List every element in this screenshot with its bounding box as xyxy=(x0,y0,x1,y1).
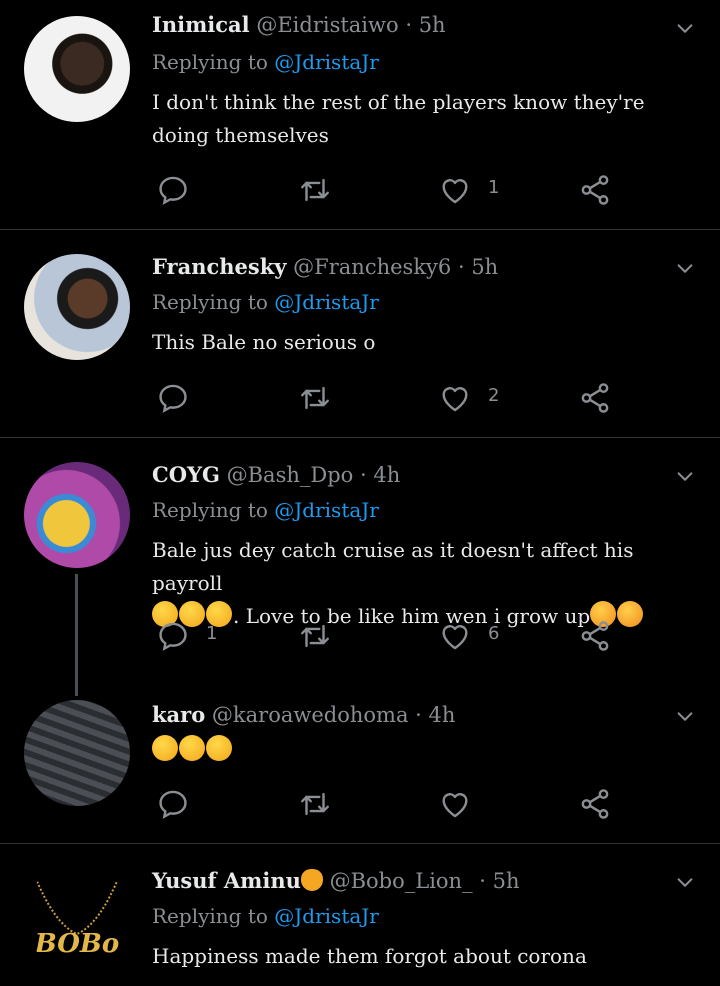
svg-text:BOBo: BOBo xyxy=(34,929,119,959)
tweet-text: This Bale no serious o xyxy=(152,330,376,354)
reply-count: 1 xyxy=(206,623,218,644)
laughing-emoji-icon xyxy=(179,735,205,761)
timestamp[interactable]: · 5h xyxy=(479,869,519,893)
like-count: 6 xyxy=(488,623,500,644)
heart-icon xyxy=(438,787,472,821)
tweet[interactable]: Franchesky @Franchesky6 · 5h Replying to… xyxy=(0,230,720,436)
avatar[interactable] xyxy=(24,462,130,568)
like-count: 2 xyxy=(488,385,500,406)
user-handle[interactable]: @Bash_Dpo xyxy=(227,463,354,487)
heart-icon xyxy=(438,619,472,653)
share-icon xyxy=(578,173,612,207)
tweet-actions: 1 6 xyxy=(152,616,632,656)
display-name[interactable]: COYG xyxy=(152,462,220,487)
user-handle[interactable]: @Bobo_Lion_ xyxy=(330,869,473,893)
mention-link[interactable]: @JdristaJr xyxy=(274,498,379,522)
tweet-actions: 2 xyxy=(152,378,632,418)
timestamp[interactable]: · 5h xyxy=(405,13,445,37)
chevron-down-icon[interactable] xyxy=(674,258,696,280)
mention-link[interactable]: @JdristaJr xyxy=(274,904,379,928)
replying-to-label: Replying to xyxy=(152,498,268,522)
gold-necklace-logo: BOBo xyxy=(33,873,121,959)
chevron-down-icon[interactable] xyxy=(674,466,696,488)
timestamp[interactable]: · 4h xyxy=(360,463,400,487)
avatar[interactable] xyxy=(24,254,130,360)
timestamp[interactable]: · 5h xyxy=(458,255,498,279)
share-icon xyxy=(578,787,612,821)
display-name[interactable]: Yusuf Aminu xyxy=(152,868,301,893)
replying-to-label: Replying to xyxy=(152,50,268,74)
share-icon xyxy=(578,619,612,653)
reply-icon xyxy=(156,173,190,207)
tweet-header: karo @karoawedohoma · 4h xyxy=(152,702,455,727)
chevron-down-icon[interactable] xyxy=(674,18,696,40)
heart-icon xyxy=(438,381,472,415)
tweet[interactable]: COYG @Bash_Dpo · 4h Replying to @Jdrista… xyxy=(0,438,720,696)
retweet-icon xyxy=(298,619,332,653)
laughing-emoji-icon xyxy=(206,735,232,761)
display-name[interactable]: karo xyxy=(152,702,205,727)
mention-link[interactable]: @JdristaJr xyxy=(274,50,379,74)
avatar[interactable] xyxy=(24,700,130,806)
like-count: 1 xyxy=(488,177,500,198)
replying-to-label: Replying to xyxy=(152,290,268,314)
tweet-actions xyxy=(152,784,632,824)
tweet-text: I don't think the rest of the players kn… xyxy=(152,90,645,147)
retweet-icon xyxy=(298,787,332,821)
replying-to: Replying to @JdristaJr xyxy=(152,290,379,314)
tweet-header: COYG @Bash_Dpo · 4h xyxy=(152,462,400,487)
display-name[interactable]: Franchesky xyxy=(152,254,286,279)
avatar[interactable] xyxy=(24,16,130,122)
tweet-text: Happiness made them forgot about corona xyxy=(152,944,587,968)
laughing-emoji-icon xyxy=(152,735,178,761)
user-handle[interactable]: @Franchesky6 xyxy=(293,255,451,279)
tweet-text-line: Bale jus dey catch cruise as it doesn't … xyxy=(152,538,634,595)
tweet[interactable]: BOBo Yusuf Aminu @Bobo_Lion_ · 5h Replyi… xyxy=(0,844,720,986)
tweet-actions: 1 xyxy=(152,170,632,210)
user-handle[interactable]: @karoawedohoma xyxy=(212,703,409,727)
reply-icon xyxy=(156,787,190,821)
mention-link[interactable]: @JdristaJr xyxy=(274,290,379,314)
tweet[interactable]: karo @karoawedohoma · 4h xyxy=(0,678,720,842)
user-handle[interactable]: @Eidristaiwo xyxy=(256,13,398,37)
replying-to-label: Replying to xyxy=(152,904,268,928)
replying-to: Replying to @JdristaJr xyxy=(152,904,379,928)
timestamp[interactable]: · 4h xyxy=(415,703,455,727)
chevron-down-icon[interactable] xyxy=(674,706,696,728)
heart-icon xyxy=(438,173,472,207)
replying-to: Replying to @JdristaJr xyxy=(152,50,379,74)
tweet-header: Franchesky @Franchesky6 · 5h xyxy=(152,254,498,279)
reply-icon xyxy=(156,619,190,653)
avatar[interactable]: BOBo xyxy=(24,864,130,970)
cat-emoji-icon xyxy=(300,869,323,891)
retweet-icon xyxy=(298,381,332,415)
tweet-text xyxy=(152,734,672,767)
share-icon xyxy=(578,381,612,415)
replying-to: Replying to @JdristaJr xyxy=(152,498,379,522)
tweet-header: Inimical @Eidristaiwo · 5h xyxy=(152,12,446,37)
display-name[interactable]: Inimical xyxy=(152,12,250,37)
tweet-header: Yusuf Aminu @Bobo_Lion_ · 5h xyxy=(152,868,520,893)
chevron-down-icon[interactable] xyxy=(674,872,696,894)
retweet-icon xyxy=(298,173,332,207)
tweet[interactable]: Inimical @Eidristaiwo · 5h Replying to @… xyxy=(0,0,720,228)
reply-icon xyxy=(156,381,190,415)
